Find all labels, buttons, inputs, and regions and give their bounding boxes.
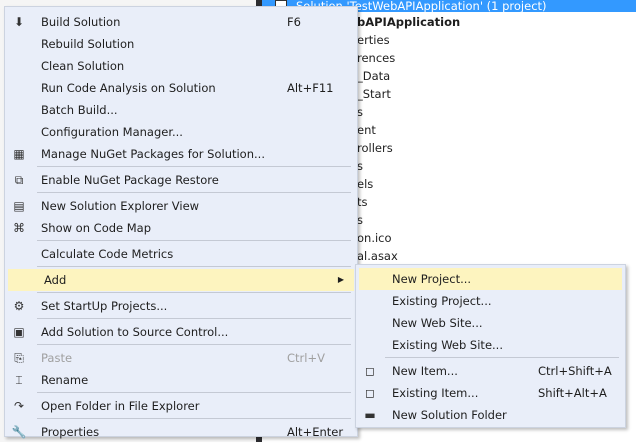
solution-folder-icon: ▬ <box>364 408 376 422</box>
add-submenu: New Project... Existing Project... New Web… <box>355 264 626 428</box>
menu-item-shortcut: Shift+Alt+A <box>538 386 607 400</box>
wrench-icon: 🔧 <box>11 425 27 439</box>
source-control-icon: ▣ <box>13 325 25 339</box>
tree-item[interactable]: _Start <box>357 85 460 103</box>
package-restore-icon: ⧉ <box>14 173 24 187</box>
menu-item-shortcut: Ctrl+V <box>287 351 325 365</box>
tree-item[interactable]: s <box>357 103 460 121</box>
tree-item[interactable]: s <box>357 211 460 229</box>
code-map-icon: ⌘ <box>13 221 25 235</box>
menu-item-label: Existing Web Site... <box>392 338 503 352</box>
menu-item-existing-item[interactable]: ◻ Existing Item... Shift+Alt+A <box>356 382 625 404</box>
menu-item-existing-web-site[interactable]: Existing Web Site... <box>356 334 625 356</box>
menu-item-label: New Solution Folder <box>392 408 507 422</box>
menu-item-new-item[interactable]: ◻ New Item... Ctrl+Shift+A <box>356 360 625 382</box>
menu-item-set-startup-projects[interactable]: ⚙ Set StartUp Projects... <box>5 295 357 317</box>
menu-item-new-web-site[interactable]: New Web Site... <box>356 312 625 334</box>
menu-item-label: Rebuild Solution <box>41 37 135 51</box>
menu-item-label: Existing Item... <box>392 386 479 400</box>
menu-item-label: Rename <box>41 373 89 387</box>
menu-item-build-solution[interactable]: ⬇ Build Solution F6 <box>5 11 357 33</box>
rename-icon: ⌶ <box>15 373 23 387</box>
menu-item-label: New Solution Explorer View <box>41 199 200 213</box>
tree-item[interactable]: ent <box>357 121 460 139</box>
menu-item-label: Run Code Analysis on Solution <box>41 81 216 95</box>
menu-item-rebuild-solution[interactable]: Rebuild Solution <box>5 33 357 55</box>
menu-item-open-folder-in-file-explorer[interactable]: ↷ Open Folder in File Explorer <box>5 395 357 417</box>
menu-item-label: Batch Build... <box>41 103 118 117</box>
menu-item-new-solution-explorer-view[interactable]: ▤ New Solution Explorer View <box>5 195 357 217</box>
menu-item-label: Existing Project... <box>392 294 492 308</box>
menu-item-existing-project[interactable]: Existing Project... <box>356 290 625 312</box>
menu-item-shortcut: Ctrl+Shift+A <box>538 364 612 378</box>
tree-item[interactable]: rences <box>357 49 460 67</box>
open-folder-icon: ↷ <box>13 399 25 413</box>
tree-item[interactable]: rollers <box>357 139 460 157</box>
menu-item-show-on-code-map[interactable]: ⌘ Show on Code Map <box>5 217 357 239</box>
menu-item-label: Add Solution to Source Control... <box>41 325 229 339</box>
paste-icon: ⎘ <box>14 351 24 365</box>
existing-item-icon: ◻ <box>365 386 375 400</box>
menu-item-calculate-code-metrics[interactable]: Calculate Code Metrics <box>5 243 357 265</box>
menu-item-run-code-analysis-on-solution[interactable]: Run Code Analysis on Solution Alt+F11 <box>5 77 357 99</box>
tree-item[interactable]: ts <box>357 193 460 211</box>
menu-item-label: Set StartUp Projects... <box>41 299 168 313</box>
menu-item-paste: ⎘ Paste Ctrl+V <box>5 347 357 369</box>
menu-item-shortcut: F6 <box>287 15 301 29</box>
nuget-icon: ▦ <box>13 147 25 161</box>
tree-item[interactable]: on.ico <box>357 229 460 247</box>
menu-item-label: Show on Code Map <box>41 221 152 235</box>
menu-item-manage-nuget-packages-for-solution[interactable]: ▦ Manage NuGet Packages for Solution... <box>5 143 357 165</box>
context-menu: ⬇ Build Solution F6 Rebuild Solution Clean S… <box>4 6 358 439</box>
build-icon: ⬇ <box>13 15 25 29</box>
submenu-arrow-icon: ▶ <box>337 275 344 284</box>
tree-item[interactable]: al.asax <box>357 247 460 265</box>
menu-item-label: Open Folder in File Explorer <box>41 399 200 413</box>
menu-item-shortcut: Alt+F11 <box>287 81 334 95</box>
menu-item-label: Enable NuGet Package Restore <box>41 173 219 187</box>
menu-item-add-solution-to-source-control[interactable]: ▣ Add Solution to Source Control... <box>5 321 357 343</box>
menu-item-label: New Web Site... <box>392 316 483 330</box>
tree-item[interactable]: _Data <box>357 67 460 85</box>
menu-item-shortcut: Alt+Enter <box>287 425 344 439</box>
menu-item-label: New Item... <box>392 364 458 378</box>
tree-item[interactable]: erties <box>357 31 460 49</box>
gear-icon: ⚙ <box>13 299 25 313</box>
menu-item-rename[interactable]: ⌶ Rename <box>5 369 357 391</box>
menu-item-label: Calculate Code Metrics <box>41 247 174 261</box>
menu-item-label: Properties <box>41 425 100 439</box>
menu-item-configuration-manager[interactable]: Configuration Manager... <box>5 121 357 143</box>
menu-item-enable-nuget-package-restore[interactable]: ⧉ Enable NuGet Package Restore <box>5 169 357 191</box>
menu-item-label: Manage NuGet Packages for Solution... <box>41 147 265 161</box>
menu-item-label: Build Solution <box>41 15 121 29</box>
new-item-icon: ◻ <box>365 364 375 378</box>
tree-item[interactable]: s <box>357 157 460 175</box>
menu-item-label: Clean Solution <box>41 59 125 73</box>
menu-item-label: Add <box>44 273 67 287</box>
tree-item[interactable]: els <box>357 175 460 193</box>
menu-item-properties[interactable]: 🔧 Properties Alt+Enter <box>5 421 357 443</box>
solution-explorer-view-icon: ▤ <box>13 199 25 213</box>
tree-item[interactable]: bAPIApplication <box>357 13 460 31</box>
menu-item-label: New Project... <box>392 272 472 286</box>
menu-item-batch-build[interactable]: Batch Build... <box>5 99 357 121</box>
menu-item-add[interactable]: Add ▶ <box>8 269 354 291</box>
menu-item-new-solution-folder[interactable]: ▬ New Solution Folder <box>356 404 625 426</box>
menu-item-label: Paste <box>41 351 73 365</box>
solution-explorer-tree: bAPIApplication erties rences _Data _Start s e… <box>357 13 460 265</box>
menu-item-new-project[interactable]: New Project... <box>359 268 622 290</box>
menu-item-label: Configuration Manager... <box>41 125 183 139</box>
menu-item-clean-solution[interactable]: Clean Solution <box>5 55 357 77</box>
